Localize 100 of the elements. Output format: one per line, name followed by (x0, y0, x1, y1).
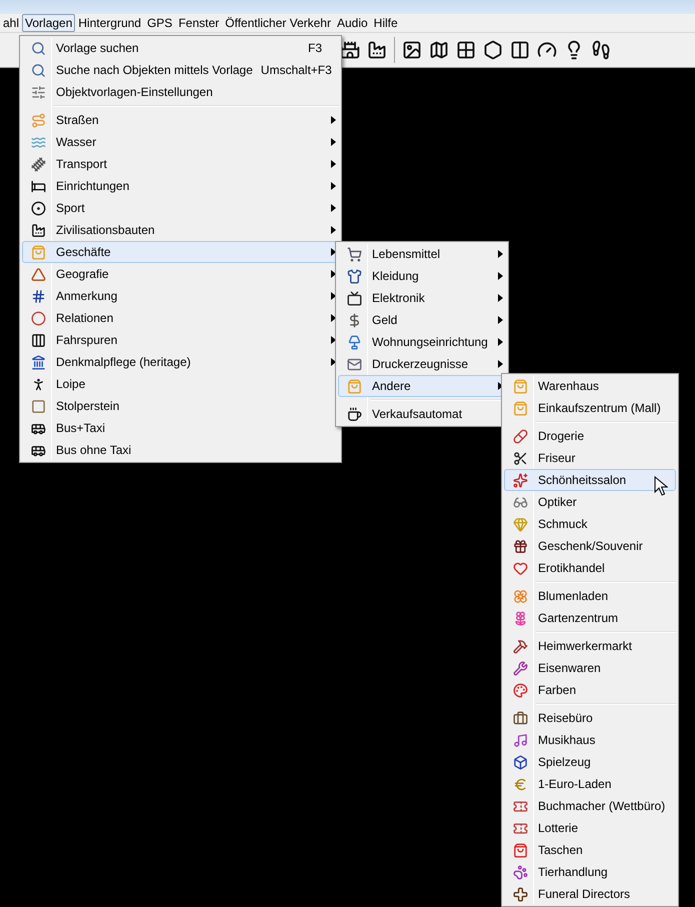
triangle-icon (30, 266, 46, 282)
menu-item[interactable]: Druckerzeugnisse (338, 353, 506, 375)
shirt-icon (346, 268, 362, 284)
briefcase-icon (512, 710, 528, 726)
menu-item[interactable]: Friseur (504, 447, 676, 469)
menu-item[interactable]: Wasser (22, 131, 339, 153)
menu-bar-item[interactable]: Öffentlicher Verkehr (222, 14, 334, 32)
flower-icon (512, 610, 528, 626)
sliders-icon (30, 84, 46, 100)
menu-item[interactable]: Straßen (22, 109, 339, 131)
menu-item[interactable]: Funeral Directors (504, 883, 676, 905)
menu-bar-item[interactable]: Audio (334, 14, 371, 32)
shortcut-label: F3 (308, 40, 322, 57)
menu-item[interactable]: Geschenk/Souvenir (504, 535, 676, 557)
bag-icon (512, 400, 528, 416)
menu-item[interactable]: Tierhandlung (504, 861, 676, 883)
menu-item[interactable]: Kleidung (338, 265, 506, 287)
flower-icon (512, 588, 528, 604)
menu-item[interactable]: Drogerie (504, 425, 676, 447)
gauge-icon[interactable] (537, 40, 557, 60)
euro-icon (512, 776, 528, 792)
menu-item[interactable]: Denkmalpflege (heritage) (22, 351, 339, 373)
menu-item[interactable]: Reisebüro (504, 707, 676, 729)
menu-item[interactable]: Schmuck (504, 513, 676, 535)
menu-item[interactable]: Zivilisationsbauten (22, 219, 339, 241)
menu-item[interactable]: Sport (22, 197, 339, 219)
shortcut-label: Umschalt+F3 (260, 62, 332, 79)
bag-icon (512, 378, 528, 394)
menu-item[interactable]: Objektvorlagen-Einstellungen (22, 81, 339, 103)
menu-item[interactable]: 1-Euro-Laden (504, 773, 676, 795)
envelope-icon (346, 356, 362, 372)
grid-icon[interactable] (456, 40, 476, 60)
gift-icon (512, 538, 528, 554)
tv-icon (346, 290, 362, 306)
search-icon (30, 40, 46, 56)
hammer-icon (512, 638, 528, 654)
menu-bar-item[interactable]: Hilfe (370, 14, 401, 32)
mouse-pointer-icon (654, 476, 668, 496)
heart-icon (512, 560, 528, 576)
bag-icon (30, 244, 46, 260)
menu-item[interactable]: Musikhaus (504, 729, 676, 751)
rail-icon (30, 156, 46, 172)
cup-icon (346, 406, 362, 422)
menu-item[interactable]: Loipe (22, 373, 339, 395)
wrench-icon (512, 660, 528, 676)
factory-icon[interactable] (367, 40, 387, 60)
menu-item[interactable]: Farben (504, 679, 676, 701)
glasses-icon (512, 494, 528, 510)
search-icon (30, 62, 46, 78)
paw-icon (512, 864, 528, 880)
menu-item[interactable]: Geografie (22, 263, 339, 285)
menu-item[interactable]: Stolperstein (22, 395, 339, 417)
menu-item[interactable]: Blumenladen (504, 585, 676, 607)
image-icon[interactable] (402, 40, 422, 60)
menu-item[interactable]: Schönheitssalon (504, 469, 676, 491)
menu-item[interactable]: Lotterie (504, 817, 676, 839)
menu-item[interactable]: Spielzeug (504, 751, 676, 773)
menu-bar-item[interactable]: ahl (0, 14, 22, 32)
bag-icon (346, 378, 362, 394)
map-icon[interactable] (429, 40, 449, 60)
menu-item[interactable]: Buchmacher (Wettbüro) (504, 795, 676, 817)
bag-icon (512, 842, 528, 858)
waves-icon (30, 134, 46, 150)
menu-item[interactable]: Einrichtungen (22, 175, 339, 197)
menu-item[interactable]: Bus+Taxi (22, 417, 339, 439)
menu-item[interactable]: Suche nach Objekten mittels Vorlage Umschalt+F3 (22, 59, 339, 81)
menu-item[interactable]: Wohnungseinrichtung (338, 331, 506, 353)
factory-icon (30, 222, 46, 238)
hexagon-icon[interactable] (483, 40, 503, 60)
menu-bar-item[interactable]: Fenster (175, 14, 222, 32)
menu-bar-item[interactable]: Hintergrund (75, 14, 144, 32)
menu-item[interactable]: Erotikhandel (504, 557, 676, 579)
menu-item[interactable]: Fahrspuren (22, 329, 339, 351)
ticket-icon (512, 820, 528, 836)
menu-item[interactable]: Heimwerkermarkt (504, 635, 676, 657)
music-icon (512, 732, 528, 748)
menu-item[interactable]: Einkaufszentrum (Mall) (504, 397, 676, 419)
menu-item[interactable]: Relationen (22, 307, 339, 329)
pill-icon (512, 428, 528, 444)
menu-item[interactable]: Lebensmittel (338, 243, 506, 265)
cart-icon (346, 246, 362, 262)
menu-item[interactable]: Gartenzentrum (504, 607, 676, 629)
menu-item[interactable]: Anmerkung (22, 285, 339, 307)
menu-item[interactable]: Taschen (504, 839, 676, 861)
menu-item[interactable]: Warenhaus (504, 375, 676, 397)
cube-icon (512, 754, 528, 770)
number-icon (30, 288, 46, 304)
menu-bar-item[interactable]: Vorlagen (22, 14, 76, 32)
footprints-icon[interactable] (591, 40, 611, 60)
menu-item[interactable]: Optiker (504, 491, 676, 513)
menu-item[interactable]: Eisenwaren (504, 657, 676, 679)
menu-bar-item[interactable]: GPS (144, 14, 176, 32)
menu-item[interactable]: Transport (22, 153, 339, 175)
menu-item[interactable]: Elektronik (338, 287, 506, 309)
menu-item[interactable]: Geld (338, 309, 506, 331)
menu-item[interactable]: Verkaufsautomat (338, 403, 506, 425)
castle-icon[interactable] (340, 40, 360, 60)
menu-item[interactable]: Vorlage suchen F3 (22, 37, 339, 59)
palette-icon (512, 682, 528, 698)
menu-item[interactable]: Bus ohne Taxi (22, 439, 339, 461)
